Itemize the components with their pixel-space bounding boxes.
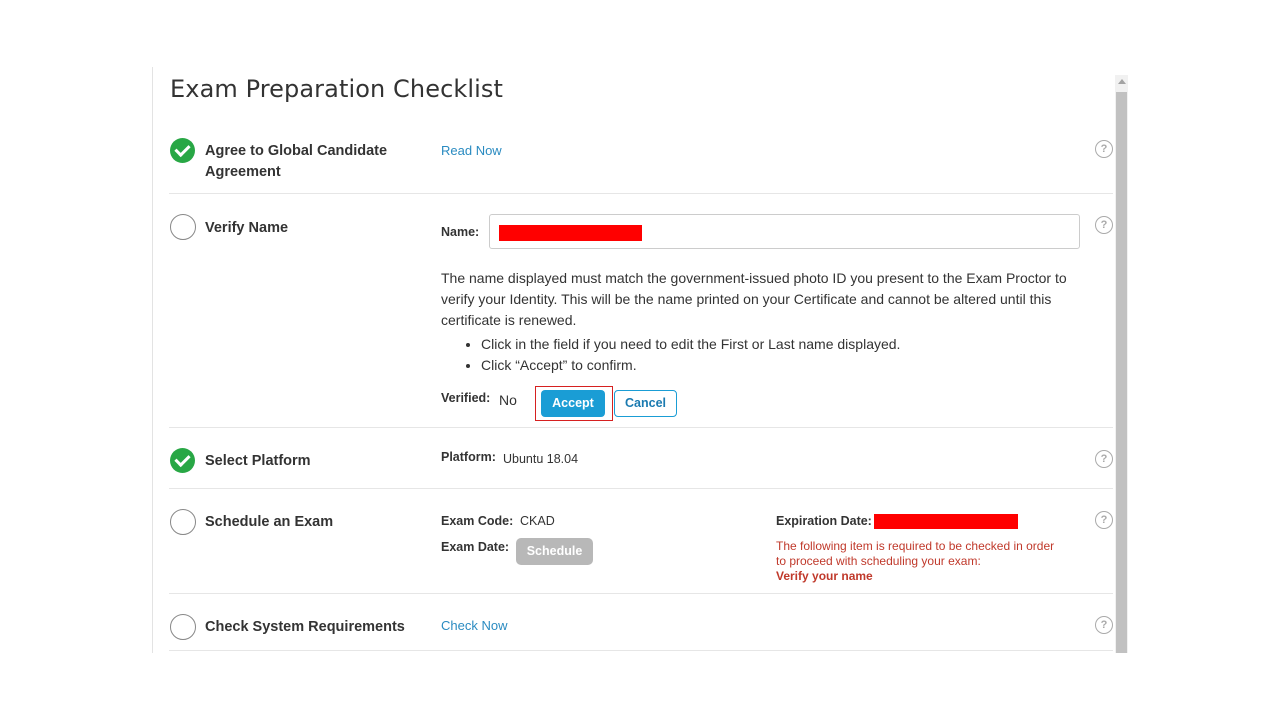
step-schedule-label: Schedule an Exam: [205, 514, 334, 530]
help-icon[interactable]: ?: [1095, 140, 1113, 158]
step-system-requirements: Check System Requirements Check Now ?: [169, 594, 1113, 651]
name-instructions: The name displayed must match the govern…: [441, 270, 1067, 328]
check-complete-icon: [170, 138, 195, 163]
scrollbar[interactable]: [1115, 75, 1128, 653]
instruction-list: Click in the field if you need to edit t…: [441, 334, 900, 376]
cancel-button[interactable]: Cancel: [614, 390, 677, 417]
help-icon[interactable]: ?: [1095, 511, 1113, 529]
verified-value: No: [499, 392, 517, 408]
step-verify-name-label: Verify Name: [205, 220, 289, 236]
check-incomplete-icon: [170, 214, 196, 240]
step-schedule: Schedule an Exam Exam Code: CKAD Exam Da…: [169, 489, 1113, 594]
read-now-link[interactable]: Read Now: [441, 143, 502, 158]
accept-button[interactable]: Accept: [541, 390, 605, 417]
scroll-up-arrow-icon[interactable]: [1118, 79, 1126, 84]
redacted-expiration-date: [874, 514, 1018, 529]
help-icon[interactable]: ?: [1095, 450, 1113, 468]
exam-date-label: Exam Date:: [441, 540, 510, 554]
name-field-label: Name:: [441, 225, 480, 239]
check-incomplete-icon: [170, 509, 196, 535]
name-input[interactable]: [489, 214, 1080, 249]
step-verify-name: Verify Name Name: ? The name displayed m…: [169, 194, 1113, 428]
verified-label: Verified:: [441, 391, 491, 405]
check-now-link[interactable]: Check Now: [441, 618, 507, 633]
help-icon[interactable]: ?: [1095, 616, 1113, 634]
checklist-panel: Exam Preparation Checklist Agree to Glob…: [152, 67, 1130, 653]
expiration-date-label: Expiration Date:: [776, 514, 872, 528]
check-complete-icon: [170, 448, 195, 473]
help-icon[interactable]: ?: [1095, 216, 1113, 234]
redacted-name: [499, 225, 642, 241]
step-agreement: Agree to Global Candidate Agreement Read …: [169, 124, 1113, 194]
scrollbar-thumb[interactable]: [1116, 92, 1127, 653]
schedule-button[interactable]: Schedule: [516, 538, 593, 565]
exam-code-label: Exam Code:: [441, 514, 514, 528]
step-platform-label: Select Platform: [205, 453, 311, 469]
list-item: Click in the field if you need to edit t…: [481, 334, 900, 355]
page-title: Exam Preparation Checklist: [170, 75, 504, 103]
schedule-warning: The following item is required to be che…: [776, 539, 1055, 583]
step-agreement-label: Agree to Global Candidate Agreement: [205, 143, 388, 180]
step-platform: Select Platform Platform: Ubuntu 18.04 ?: [169, 428, 1113, 489]
step-system-label: Check System Requirements: [205, 619, 405, 635]
check-incomplete-icon: [170, 614, 196, 640]
warning-item: Verify your name: [776, 569, 873, 583]
exam-code-value: CKAD: [520, 514, 555, 528]
platform-value: Ubuntu 18.04: [503, 452, 579, 466]
platform-label: Platform:: [441, 450, 496, 464]
list-item: Click “Accept” to confirm.: [481, 355, 900, 376]
